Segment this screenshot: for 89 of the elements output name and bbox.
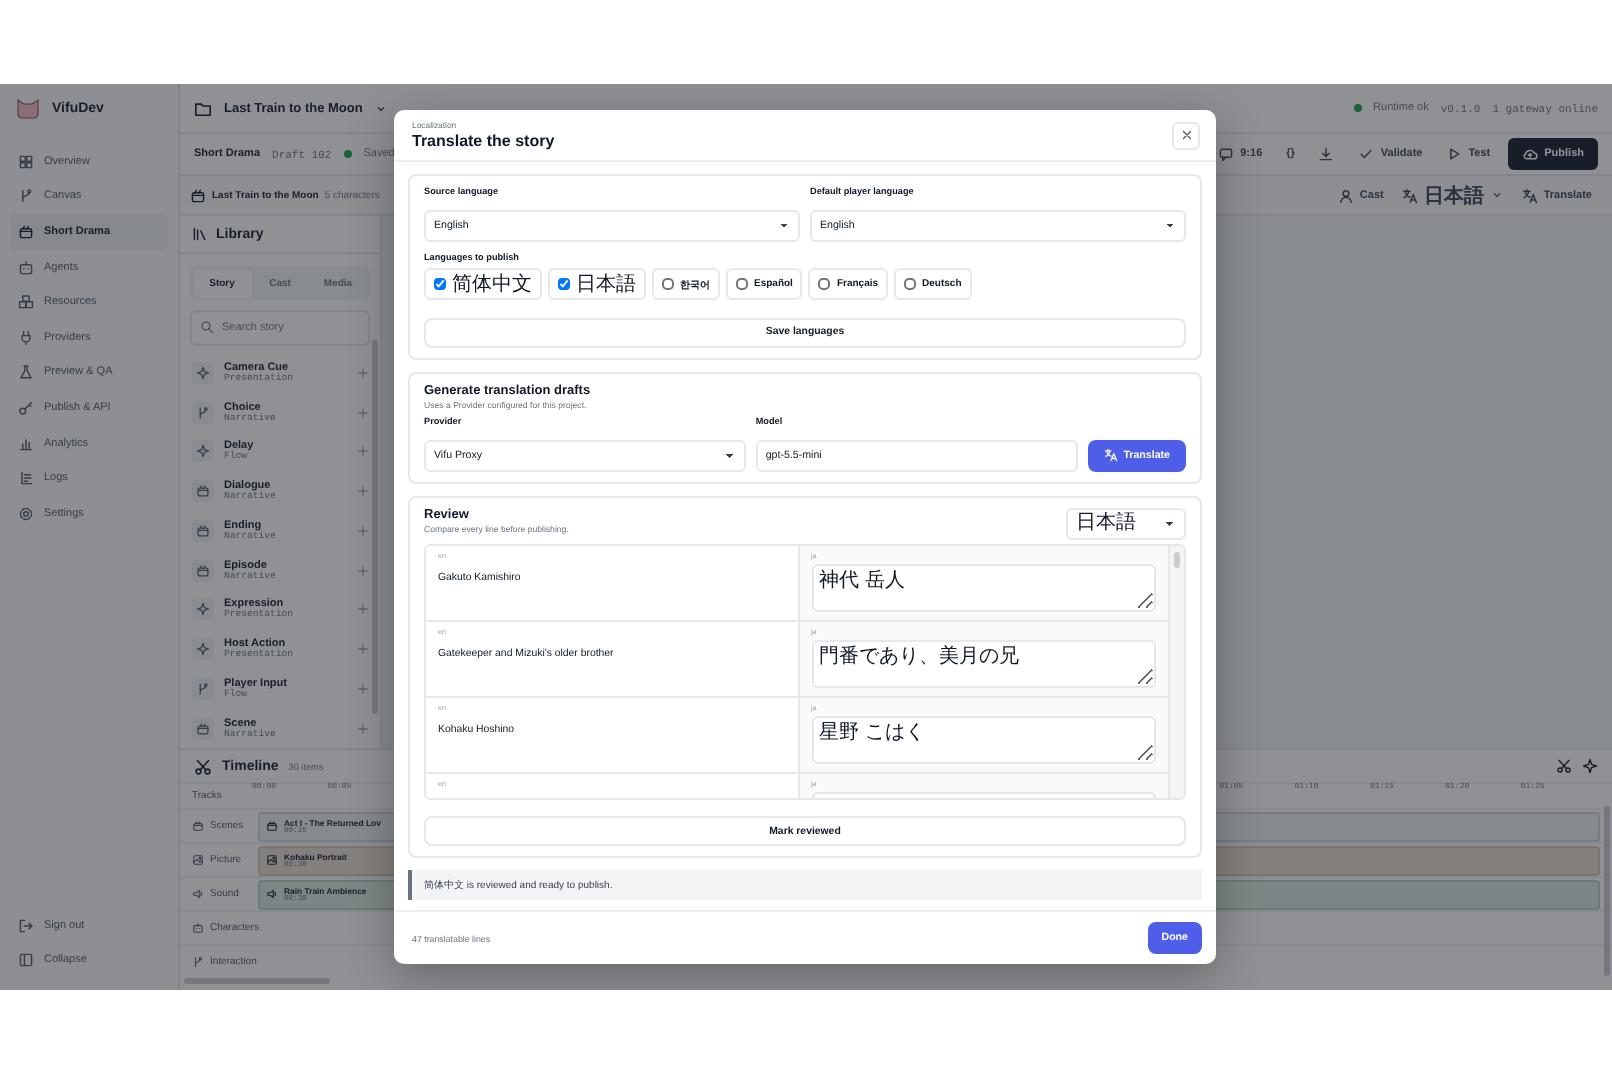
list-icon	[18, 470, 34, 487]
add-button[interactable]	[356, 523, 370, 538]
sparkle-icon	[196, 366, 210, 380]
close-icon	[1179, 128, 1193, 142]
plus-icon	[356, 523, 370, 538]
robot-icon	[192, 922, 204, 934]
add-button[interactable]	[356, 602, 370, 617]
translation-field[interactable]: 門番であり、美月の兄	[811, 639, 1156, 687]
speaker-icon	[266, 888, 278, 900]
add-button[interactable]	[356, 642, 370, 657]
key-icon	[18, 399, 34, 416]
language-checkbox[interactable]: 日本語	[548, 268, 646, 300]
clapper-icon	[192, 820, 204, 832]
sparkle-icon	[196, 444, 210, 459]
robot-icon	[18, 259, 34, 276]
translate-icon	[1103, 448, 1118, 462]
download-icon	[1318, 146, 1335, 162]
checkbox[interactable]	[434, 278, 446, 290]
clapper-icon	[190, 187, 206, 203]
image-icon	[266, 854, 278, 866]
cat-logo-icon	[16, 96, 40, 120]
branch-icon	[192, 956, 204, 968]
checkbox[interactable]	[558, 278, 570, 290]
chevron-icon	[374, 101, 389, 115]
clapper-icon	[196, 721, 210, 736]
plug-icon	[18, 329, 34, 346]
add-button[interactable]	[356, 444, 370, 459]
sparkle-icon	[1582, 758, 1598, 774]
add-button[interactable]	[356, 721, 370, 736]
branch-icon	[196, 405, 210, 420]
translate-icon	[1521, 187, 1538, 203]
check-icon	[1358, 146, 1375, 162]
clapper-icon	[196, 484, 210, 499]
sparkle-icon	[196, 602, 210, 617]
chevron-icon	[1489, 188, 1504, 202]
checkbox[interactable]	[662, 278, 674, 290]
branch-icon	[18, 188, 34, 205]
scissors-icon	[1556, 758, 1572, 774]
sparkle-icon	[196, 642, 210, 657]
branch-icon	[196, 681, 210, 696]
add-button[interactable]	[356, 681, 370, 696]
gear-icon	[18, 505, 34, 522]
translate-icon	[1401, 187, 1418, 203]
close-button[interactable]	[1172, 121, 1200, 149]
status-dot	[343, 150, 352, 158]
review-language-select[interactable]: 日本語	[1066, 507, 1186, 539]
plus-icon	[356, 681, 370, 696]
add-button[interactable]	[356, 366, 370, 380]
plus-icon	[356, 444, 370, 459]
clapper-icon	[18, 223, 34, 240]
clapper-icon	[196, 523, 210, 538]
cloud-icon	[1522, 146, 1539, 162]
flask-icon	[18, 364, 34, 381]
plus-icon	[356, 484, 370, 499]
search-icon	[200, 320, 214, 335]
image-icon	[192, 854, 204, 866]
grid-icon	[18, 153, 34, 170]
plus-icon	[356, 721, 370, 736]
speaker-icon	[192, 888, 204, 900]
books-icon	[192, 226, 208, 242]
plus-icon	[356, 405, 370, 420]
language-dropdown[interactable]: 日本語	[1395, 177, 1510, 213]
scrollbar[interactable]	[1174, 551, 1180, 567]
clapper-icon	[196, 563, 210, 578]
add-button[interactable]	[356, 563, 370, 578]
checkbox[interactable]	[736, 278, 748, 290]
language-checkbox[interactable]: 简体中文	[424, 268, 542, 300]
dialog-title: Translate the story	[412, 132, 555, 150]
add-button[interactable]	[356, 484, 370, 499]
collapse-icon	[18, 952, 34, 969]
checkbox[interactable]	[904, 278, 917, 290]
chart-icon	[18, 435, 34, 452]
clapper-icon	[266, 820, 278, 832]
signout-icon	[18, 917, 34, 934]
play-icon	[1446, 146, 1463, 162]
plus-icon	[356, 642, 370, 657]
plus-icon	[356, 563, 370, 578]
plus-icon	[356, 602, 370, 617]
scissors-icon	[194, 757, 212, 775]
boxes-icon	[18, 294, 34, 311]
plus-icon	[356, 366, 370, 380]
translation-field[interactable]: 星野 こはく	[811, 715, 1156, 763]
translation-field[interactable]: 神代 岳人	[811, 563, 1156, 611]
checkbox[interactable]	[818, 278, 831, 290]
chat-icon	[1218, 146, 1235, 162]
status-dot	[1353, 104, 1362, 112]
person-icon	[1337, 187, 1354, 203]
folder-icon	[194, 99, 212, 117]
add-button[interactable]	[356, 405, 370, 420]
